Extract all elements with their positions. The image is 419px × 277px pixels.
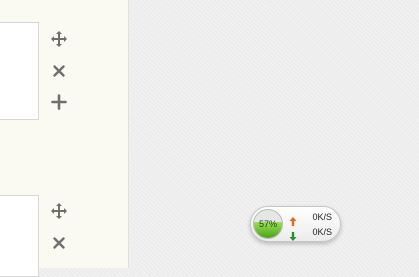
move-icon[interactable] xyxy=(50,202,68,220)
move-icon[interactable] xyxy=(50,30,68,48)
network-speed-widget[interactable]: 57% 0K/S 0K/S xyxy=(250,206,341,242)
add-icon[interactable] xyxy=(50,93,68,111)
card-top xyxy=(0,22,39,120)
close-icon[interactable] xyxy=(50,234,68,252)
card-bottom xyxy=(0,195,39,277)
usage-gauge: 57% xyxy=(253,209,283,239)
usage-percent: 57% xyxy=(258,219,277,229)
download-speed: 0K/S xyxy=(312,227,332,237)
close-icon[interactable] xyxy=(50,62,68,80)
upload-speed: 0K/S xyxy=(312,212,332,222)
panel-divider xyxy=(128,0,129,268)
